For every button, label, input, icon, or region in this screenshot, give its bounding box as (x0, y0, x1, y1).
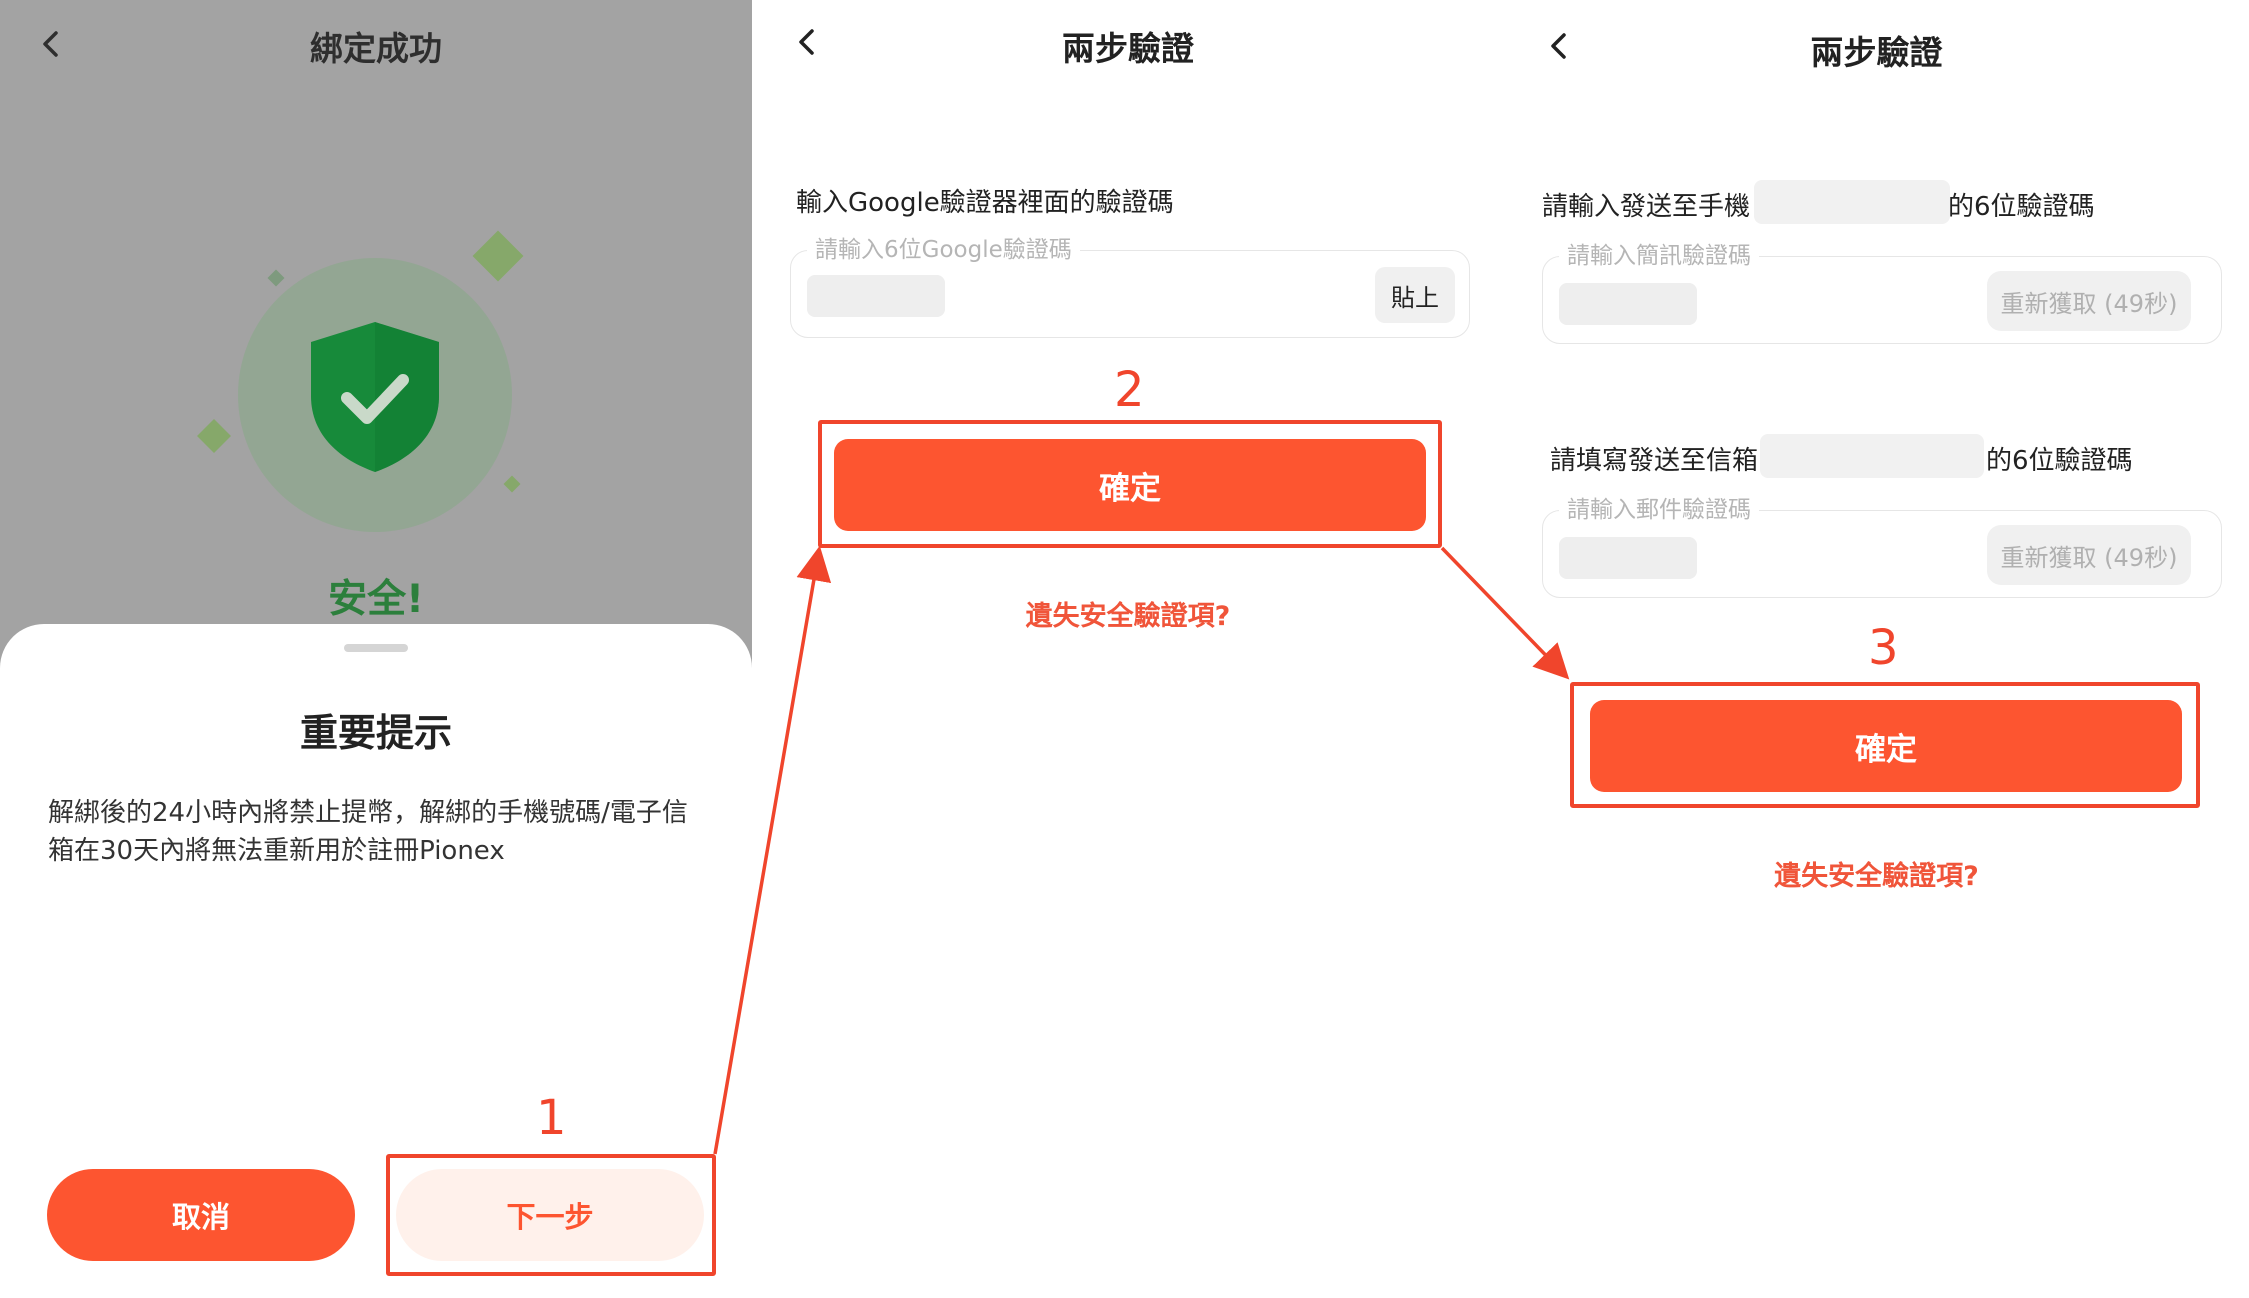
sheet-title: 重要提示 (299, 711, 452, 755)
email-code-input[interactable]: 請輸入郵件驗證碼 重新獲取 (49秒) (1542, 493, 2222, 598)
sparkle-icon (472, 230, 524, 282)
sparkle-icon (197, 419, 231, 453)
page-title: 兩步驗證 (1810, 33, 1943, 72)
lost-security-item-link[interactable]: 遺失安全驗證項? (1504, 854, 2249, 893)
annotation-box-step3 (1570, 682, 2200, 808)
dimmed-background: 綁定成功 安全! (0, 0, 752, 700)
email-code-placeholder: 請輸入郵件驗證碼 (1559, 493, 1759, 527)
safe-status-text: 安全! (328, 577, 424, 622)
sparkle-icon (503, 475, 521, 493)
masked-phone-number (1754, 180, 1950, 224)
masked-value (1559, 283, 1697, 325)
email-resend-button[interactable]: 重新獲取 (49秒) (1987, 525, 2191, 585)
sparkle-icon (267, 269, 285, 287)
shield-check-icon (311, 322, 439, 472)
email-code-label-prefix: 請填寫發送至信箱 (1550, 446, 1759, 476)
sms-resend-button[interactable]: 重新獲取 (49秒) (1987, 271, 2191, 331)
annotation-number-step2: 2 (1114, 362, 1145, 418)
annotation-number-step3: 3 (1868, 620, 1899, 676)
sms-code-label-prefix: 請輸入發送至手機 (1542, 192, 1751, 222)
cancel-button[interactable]: 取消 (47, 1169, 355, 1261)
annotation-box-step1 (386, 1154, 716, 1276)
binding-success-screen: 綁定成功 安全! 重要提示 解綁後的24小時內將禁止提幣，解綁的手機號碼/電子信… (0, 0, 752, 1298)
masked-value (1559, 537, 1697, 579)
lost-security-item-link[interactable]: 遺失安全驗證項? (752, 594, 1504, 633)
email-code-label-suffix: 的6位驗證碼 (1986, 446, 2133, 476)
two-step-verification-sms-email-screen: 兩步驗證 請輸入發送至手機 的6位驗證碼 請輸入簡訊驗證碼 重新獲取 (49秒)… (1504, 0, 2249, 1298)
page-title: 兩步驗證 (1062, 29, 1194, 68)
masked-email-address (1760, 434, 1984, 478)
google-code-input[interactable]: 請輸入6位Google驗證碼 貼上 (790, 233, 1470, 338)
sheet-message: 解綁後的24小時內將禁止提幣，解綁的手機號碼/電子信箱在30天內將無法重新用於註… (48, 798, 688, 866)
paste-button[interactable]: 貼上 (1375, 267, 1455, 323)
annotation-box-step2 (818, 420, 1442, 548)
sms-code-input[interactable]: 請輸入簡訊驗證碼 重新獲取 (49秒) (1542, 239, 2222, 344)
google-code-label: 輸入Google驗證器裡面的驗證碼 (796, 188, 1174, 218)
two-step-verification-google-screen: 兩步驗證 輸入Google驗證器裡面的驗證碼 請輸入6位Google驗證碼 貼上… (752, 0, 1504, 1298)
masked-value (807, 275, 945, 317)
sms-code-label-suffix: 的6位驗證碼 (1948, 192, 2095, 222)
sheet-grab-handle[interactable] (344, 644, 408, 652)
google-code-placeholder: 請輸入6位Google驗證碼 (807, 233, 1080, 267)
page-title: 綁定成功 (310, 29, 442, 68)
sms-code-placeholder: 請輸入簡訊驗證碼 (1559, 239, 1759, 273)
annotation-number-step1: 1 (536, 1090, 567, 1146)
